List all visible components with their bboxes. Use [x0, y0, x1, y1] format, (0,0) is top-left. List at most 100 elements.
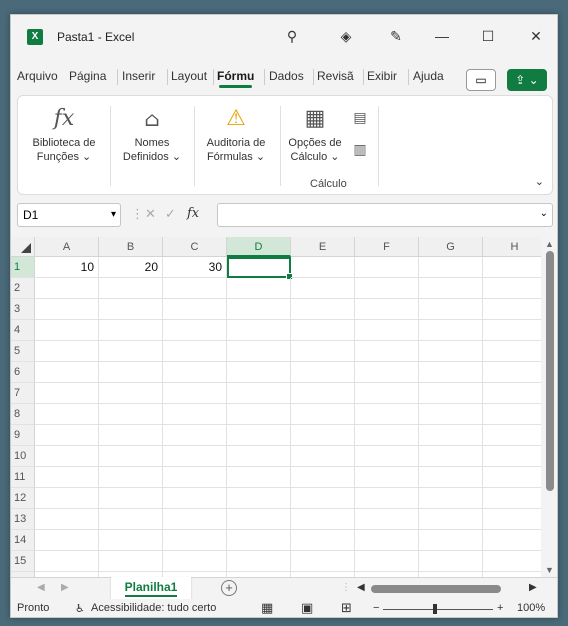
- cell-g6[interactable]: [419, 362, 483, 383]
- cell-h3[interactable]: [483, 299, 541, 320]
- sheet-tab-planilha1[interactable]: Planilha1: [111, 577, 191, 599]
- cell-b10[interactable]: [99, 446, 163, 467]
- row-header[interactable]: 7: [11, 383, 35, 404]
- row-header[interactable]: 11: [11, 467, 35, 488]
- zoom-slider-knob[interactable]: [433, 604, 437, 614]
- row-header[interactable]: 5: [11, 341, 35, 362]
- tab-formulas[interactable]: Fórmu: [217, 69, 254, 88]
- cell-b13[interactable]: [99, 509, 163, 530]
- row-header[interactable]: 3: [11, 299, 35, 320]
- expand-formula-icon[interactable]: ⌄: [540, 208, 548, 219]
- cell-b15[interactable]: [99, 551, 163, 572]
- cell-h1[interactable]: [483, 257, 541, 278]
- cell-f12[interactable]: [355, 488, 419, 509]
- cell-f4[interactable]: [355, 320, 419, 341]
- row-header[interactable]: 4: [11, 320, 35, 341]
- cell-e1[interactable]: [291, 257, 355, 278]
- cell-f6[interactable]: [355, 362, 419, 383]
- tab-exibir[interactable]: Exibir: [367, 69, 397, 83]
- cell-b5[interactable]: [99, 341, 163, 362]
- cell-c11[interactable]: [163, 467, 227, 488]
- column-header[interactable]: C: [163, 237, 227, 257]
- cell-h12[interactable]: [483, 488, 541, 509]
- page-break-icon[interactable]: ⊞: [341, 600, 352, 616]
- formula-input[interactable]: ⌄: [217, 203, 553, 227]
- cell-c9[interactable]: [163, 425, 227, 446]
- cell-b6[interactable]: [99, 362, 163, 383]
- search-icon[interactable]: ⚲: [281, 25, 303, 47]
- cell-a15[interactable]: [35, 551, 99, 572]
- scroll-up-icon[interactable]: ▲: [545, 239, 554, 249]
- row-header[interactable]: 8: [11, 404, 35, 425]
- column-header[interactable]: A: [35, 237, 99, 257]
- row-header[interactable]: 15: [11, 551, 35, 572]
- maximize-icon[interactable]: ☐: [477, 25, 499, 47]
- cell-d1[interactable]: [227, 257, 293, 280]
- cell-e7[interactable]: [291, 383, 355, 404]
- row-header[interactable]: 10: [11, 446, 35, 467]
- tab-pagina[interactable]: Página: [69, 69, 106, 83]
- tab-ajuda[interactable]: Ajuda: [413, 69, 444, 83]
- cell-c6[interactable]: [163, 362, 227, 383]
- cell-h6[interactable]: [483, 362, 541, 383]
- zoom-slider[interactable]: [383, 609, 493, 610]
- cell-a11[interactable]: [35, 467, 99, 488]
- column-header[interactable]: H: [483, 237, 541, 257]
- cell-b1[interactable]: 20: [99, 257, 163, 278]
- enter-icon[interactable]: ✓: [165, 206, 176, 222]
- cell-f9[interactable]: [355, 425, 419, 446]
- cell-g4[interactable]: [419, 320, 483, 341]
- cell-f8[interactable]: [355, 404, 419, 425]
- cell-h4[interactable]: [483, 320, 541, 341]
- cell-a5[interactable]: [35, 341, 99, 362]
- cell-d4[interactable]: [227, 320, 291, 341]
- cell-d7[interactable]: [227, 383, 291, 404]
- cell-e11[interactable]: [291, 467, 355, 488]
- cell-h2[interactable]: [483, 278, 541, 299]
- cell-a10[interactable]: [35, 446, 99, 467]
- defined-names-button[interactable]: ⌂ Nomes Definidos ⌄: [116, 104, 188, 164]
- cell-d3[interactable]: [227, 299, 291, 320]
- cell-b2[interactable]: [99, 278, 163, 299]
- cell-e8[interactable]: [291, 404, 355, 425]
- cancel-icon[interactable]: ✕: [145, 206, 156, 222]
- row-header[interactable]: 9: [11, 425, 35, 446]
- column-header[interactable]: F: [355, 237, 419, 257]
- cell-e9[interactable]: [291, 425, 355, 446]
- cell-g10[interactable]: [419, 446, 483, 467]
- cell-h9[interactable]: [483, 425, 541, 446]
- cell-g13[interactable]: [419, 509, 483, 530]
- cell-a1[interactable]: 10: [35, 257, 99, 278]
- cell-c14[interactable]: [163, 530, 227, 551]
- cell-h14[interactable]: [483, 530, 541, 551]
- row-header[interactable]: 14: [11, 530, 35, 551]
- cell-b7[interactable]: [99, 383, 163, 404]
- cell-h10[interactable]: [483, 446, 541, 467]
- cell-b9[interactable]: [99, 425, 163, 446]
- cell-g1[interactable]: [419, 257, 483, 278]
- tab-inserir[interactable]: Inserir: [122, 69, 155, 83]
- cell-d13[interactable]: [227, 509, 291, 530]
- prev-sheet-icon[interactable]: ◀: [37, 582, 45, 593]
- zoom-level[interactable]: 100%: [517, 602, 545, 614]
- cell-e2[interactable]: [291, 278, 355, 299]
- cell-c1[interactable]: 30: [163, 257, 227, 278]
- row-header[interactable]: 1: [11, 257, 35, 278]
- cell-d6[interactable]: [227, 362, 291, 383]
- row-header[interactable]: 6: [11, 362, 35, 383]
- cell-f1[interactable]: [355, 257, 419, 278]
- cell-c4[interactable]: [163, 320, 227, 341]
- cell-a14[interactable]: [35, 530, 99, 551]
- cell-e13[interactable]: [291, 509, 355, 530]
- cell-b8[interactable]: [99, 404, 163, 425]
- zoom-in-icon[interactable]: +: [497, 602, 503, 614]
- cell-c5[interactable]: [163, 341, 227, 362]
- tab-dados[interactable]: Dados: [269, 69, 304, 83]
- cell-f13[interactable]: [355, 509, 419, 530]
- close-icon[interactable]: ✕: [525, 25, 547, 47]
- diamond-icon[interactable]: ◈: [335, 25, 357, 47]
- normal-view-icon[interactable]: ▦: [261, 600, 273, 616]
- calc-options-button[interactable]: ▦ Opções de Cálculo ⌄: [284, 104, 346, 164]
- share-button[interactable]: ⇪ ⌄: [507, 69, 547, 91]
- cell-b11[interactable]: [99, 467, 163, 488]
